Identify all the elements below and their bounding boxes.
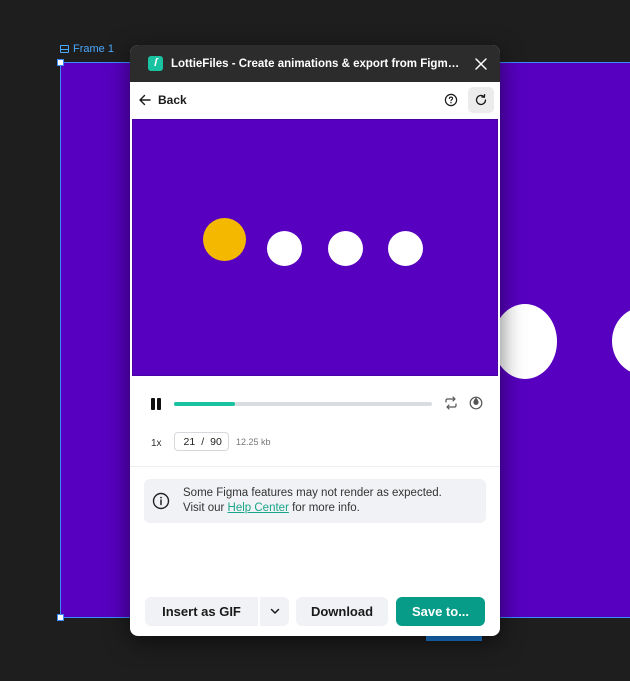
- plugin-titlebar: ſ LottieFiles - Create animations & expo…: [130, 45, 500, 82]
- player-controls: [130, 376, 500, 432]
- lottiefiles-logo-icon: ſ: [148, 56, 163, 71]
- lottiefiles-plugin-window: ſ LottieFiles - Create animations & expo…: [130, 45, 500, 636]
- info-icon: [152, 492, 170, 510]
- notice-suffix: for more info.: [288, 502, 360, 514]
- save-to-button[interactable]: Save to...: [396, 596, 485, 626]
- frame-info-row: 1x / 90 12.25 kb: [130, 432, 500, 458]
- pause-icon[interactable]: [150, 398, 162, 410]
- insert-options-button[interactable]: [260, 596, 289, 626]
- back-label: Back: [158, 93, 187, 107]
- animation-dot: [328, 231, 363, 266]
- speed-selector[interactable]: 1x: [151, 438, 162, 449]
- notice-message: Some Figma features may not render as ex…: [183, 486, 442, 516]
- animation-dot-active: [203, 218, 246, 261]
- close-icon[interactable]: [474, 57, 488, 71]
- action-bar: Insert as GIF Download Save to...: [130, 596, 500, 626]
- playback-progress-fill: [174, 402, 235, 406]
- loop-icon[interactable]: [443, 395, 459, 411]
- help-button[interactable]: [438, 87, 464, 113]
- canvas-circle: [493, 304, 557, 379]
- back-button[interactable]: Back: [136, 91, 189, 109]
- plugin-title: LottieFiles - Create animations & export…: [171, 57, 464, 70]
- frame-counter[interactable]: / 90: [174, 432, 229, 451]
- arrow-left-icon: [139, 94, 151, 106]
- notice-line-1: Some Figma features may not render as ex…: [183, 487, 442, 499]
- selection-handle[interactable]: [57, 614, 64, 621]
- help-center-link[interactable]: Help Center: [228, 502, 289, 514]
- refresh-icon: [475, 93, 487, 106]
- render-notice: Some Figma features may not render as ex…: [144, 479, 486, 523]
- frame-icon: [60, 45, 69, 53]
- divider: [130, 466, 500, 467]
- refresh-button[interactable]: [468, 87, 494, 113]
- plugin-toolbar: Back: [130, 82, 500, 118]
- notice-line-2: Visit our Help Center for more info.: [183, 501, 442, 516]
- chevron-down-icon: [270, 608, 279, 614]
- playback-progress-slider[interactable]: [174, 402, 432, 406]
- animation-dot: [388, 231, 423, 266]
- background-toggle-icon[interactable]: [468, 395, 484, 411]
- file-size: 12.25 kb: [236, 437, 271, 447]
- help-circle-icon: [444, 93, 458, 107]
- insert-as-gif-button[interactable]: Insert as GIF: [145, 596, 258, 626]
- animation-preview: [132, 119, 498, 376]
- notice-prefix: Visit our: [183, 502, 228, 514]
- canvas-element: [426, 636, 482, 641]
- current-frame-input[interactable]: [181, 435, 196, 448]
- canvas-circle: [612, 307, 630, 375]
- total-frames: 90: [210, 435, 222, 448]
- animation-dot: [267, 231, 302, 266]
- download-button[interactable]: Download: [296, 596, 388, 626]
- frame-name: Frame 1: [73, 43, 114, 55]
- frame-label[interactable]: Frame 1: [60, 43, 114, 55]
- frame-separator: /: [201, 435, 205, 448]
- selection-handle[interactable]: [57, 59, 64, 66]
